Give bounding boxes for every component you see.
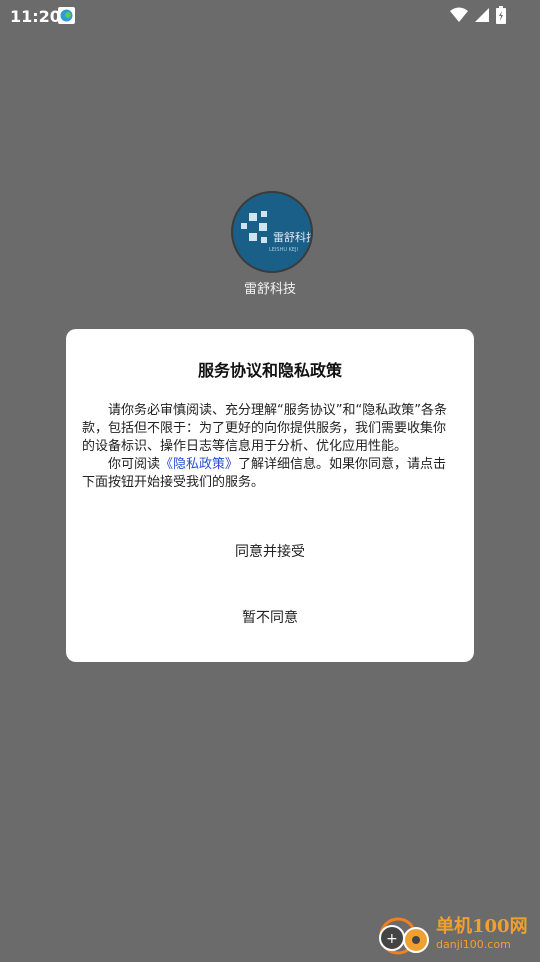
dialog-paragraph: 你可阅读《隐私政策》了解详细信息。如果你同意，请点击下面按钮开始接受我们的服务。 [82, 456, 458, 492]
paragraph-text: 你可阅读 [108, 457, 161, 472]
watermark-brand: 单机100网 [436, 916, 528, 937]
privacy-policy-link[interactable]: 《隐私政策》 [160, 457, 238, 472]
signal-icon [474, 7, 490, 27]
status-icons [450, 6, 506, 28]
dialog-body: 请你务必审慎阅读、充分理解“服务协议”和“隐私政策”各条款，包括但不限于：为了更… [82, 402, 458, 492]
svg-text:LEISHU KEJI: LEISHU KEJI [269, 247, 298, 253]
decline-button[interactable]: 暂不同意 [66, 598, 474, 638]
watermark: + 单机100网 danji100.com [376, 912, 536, 958]
app-logo: 雷舒科技 LEISHU KEJI [231, 191, 313, 273]
watermark-domain: danji100.com [436, 938, 511, 951]
app-name: 雷舒科技 [243, 282, 296, 297]
watermark-logo-icon: + [376, 914, 432, 962]
battery-icon [496, 6, 506, 28]
status-bar: 11:20 [0, 0, 540, 32]
dialog-paragraph: 请你务必审慎阅读、充分理解“服务协议”和“隐私政策”各条款，包括但不限于：为了更… [82, 403, 447, 454]
dialog-title: 服务协议和隐私政策 [197, 361, 342, 380]
svg-text:+: + [386, 931, 398, 947]
privacy-dialog: 服务协议和隐私政策 请你务必审慎阅读、充分理解“服务协议”和“隐私政策”各条款，… [66, 329, 474, 662]
agree-button[interactable]: 同意并接受 [66, 532, 474, 572]
wifi-icon [450, 7, 468, 27]
svg-text:雷舒科技: 雷舒科技 [273, 230, 311, 244]
app-notification-icon [58, 7, 75, 24]
status-time: 11:20 [10, 7, 61, 26]
